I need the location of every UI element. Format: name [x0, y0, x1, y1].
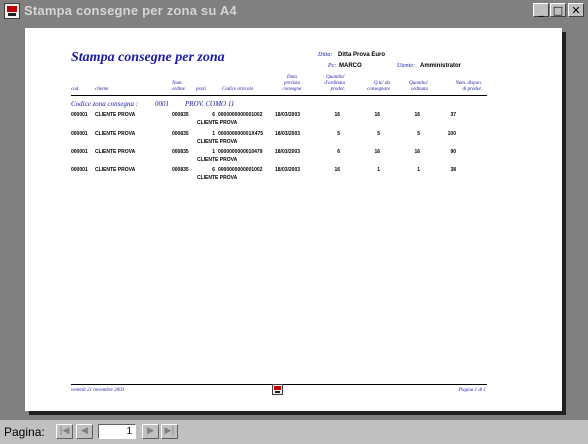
- cell-q2: 5: [377, 131, 380, 137]
- cell-q1: 6: [337, 149, 340, 155]
- ditta-value: Ditta Prova Euro: [338, 52, 386, 58]
- last-page-button[interactable]: ▶|: [161, 424, 178, 439]
- maximize-button[interactable]: □: [550, 3, 566, 17]
- print-preview-area[interactable]: Stampa consegne per zona Ditta: Ditta Pr…: [0, 22, 588, 420]
- cell-q3: 16: [414, 149, 420, 155]
- pc-value: MARCO: [339, 63, 362, 69]
- cell-cliente: CLIENTE PROVA: [95, 112, 136, 118]
- cell-pezzi: 6: [212, 167, 215, 173]
- report-title: Stampa consegne per zona: [71, 50, 225, 65]
- cell-cliente: CLIENTE PROVA: [95, 131, 136, 137]
- cell-articolo: 0000000000001002: [218, 112, 263, 118]
- header-num-ordine: Num. ordine: [172, 81, 185, 92]
- cell-pezzi: 1: [212, 131, 215, 137]
- close-button[interactable]: ✕: [568, 3, 584, 17]
- group-name: PROV. COMO 11: [185, 100, 235, 108]
- next-page-button[interactable]: ▶: [142, 424, 159, 439]
- utente-value: Amministrator: [420, 63, 462, 69]
- cell-cliente: CLIENTE PROVA: [95, 149, 136, 155]
- header-qta-consegnare: Q.ta' da consegnare: [367, 81, 390, 92]
- status-bar: Pagina: |◀ ◀ ▶ ▶|: [0, 420, 588, 444]
- footer-page: Pagina 1 di 1: [458, 388, 486, 393]
- ditta-label: Ditta:: [318, 52, 333, 58]
- cell-pezzi: 1: [212, 149, 215, 155]
- cell-data: 18/03/2003: [275, 112, 301, 118]
- header-pezzi: pezzi: [196, 87, 206, 92]
- header-cliente: cliente: [95, 87, 109, 92]
- page-number-input[interactable]: [98, 424, 136, 439]
- cell-q4: 100: [447, 131, 456, 137]
- header-quantita-ord: Quantita' d'ordinata prodot.: [324, 75, 345, 92]
- cell-ordine: 000835: [172, 112, 189, 118]
- cell-data: 18/03/2003: [275, 131, 301, 137]
- cell-articolo: 000000000001X475: [218, 131, 264, 137]
- cell-q1: 5: [337, 131, 340, 137]
- cell-data: 18/03/2003: [275, 167, 301, 173]
- group-label: Codice zona consegna :: [71, 100, 139, 108]
- cell-cliente: CLIENTE PROVA: [95, 167, 136, 173]
- cell-q2: 16: [374, 112, 380, 118]
- header-num-disponibili: Num. dispon. di prodot.: [455, 81, 482, 92]
- footer-date: venerdì 21 novembre 2003: [71, 388, 125, 393]
- cell-desc: CLIENTE PROVA: [197, 120, 238, 126]
- cell-q2: 16: [374, 149, 380, 155]
- cell-cod: 000001: [71, 167, 88, 173]
- footer-logo-icon: [272, 384, 283, 395]
- cell-ordine: 000835: [172, 149, 189, 155]
- cell-q1: 16: [334, 112, 340, 118]
- cell-q2: 1: [377, 167, 380, 173]
- pc-label: Pc:: [328, 63, 337, 69]
- cell-articolo: 0000000000010479: [218, 149, 263, 155]
- cell-desc: CLIENTE PROVA: [197, 175, 238, 181]
- header-codice-articolo: Codice articolo: [222, 87, 254, 92]
- cell-cod: 000001: [71, 112, 88, 118]
- cell-q3: 16: [414, 112, 420, 118]
- cell-q3: 5: [417, 131, 420, 137]
- cell-ordine: 000835: [172, 167, 189, 173]
- report-page: Stampa consegne per zona Ditta: Ditta Pr…: [25, 28, 562, 411]
- cell-articolo: 0000000000001002: [218, 167, 263, 173]
- page-label: Pagina:: [4, 425, 45, 439]
- header-rule: [71, 95, 487, 96]
- cell-desc: CLIENTE PROVA: [197, 157, 238, 163]
- group-code: 0001: [155, 100, 169, 108]
- cell-data: 18/03/2003: [275, 149, 301, 155]
- cell-q3: 1: [417, 167, 420, 173]
- header-cod: cod.: [71, 87, 80, 92]
- cell-cod: 000001: [71, 131, 88, 137]
- header-quantita-ordinata: Quantita' ordinata: [409, 81, 428, 92]
- utente-label: Utente:: [397, 63, 415, 69]
- minimize-button[interactable]: _: [533, 3, 549, 17]
- cell-cod: 000001: [71, 149, 88, 155]
- cell-q4: 37: [450, 112, 456, 118]
- window-title: Stampa consegne per zona su A4: [24, 3, 237, 18]
- cell-q4: 90: [450, 149, 456, 155]
- first-page-button[interactable]: |◀: [56, 424, 73, 439]
- cell-desc: CLIENTE PROVA: [197, 139, 238, 145]
- title-bar: Stampa consegne per zona su A4 _ □ ✕: [0, 0, 588, 23]
- cell-q1: 16: [334, 167, 340, 173]
- cell-pezzi: 6: [212, 112, 215, 118]
- cell-ordine: 000835: [172, 131, 189, 137]
- prev-page-button[interactable]: ◀: [76, 424, 93, 439]
- cell-q4: 38: [450, 167, 456, 173]
- app-icon[interactable]: [4, 3, 20, 19]
